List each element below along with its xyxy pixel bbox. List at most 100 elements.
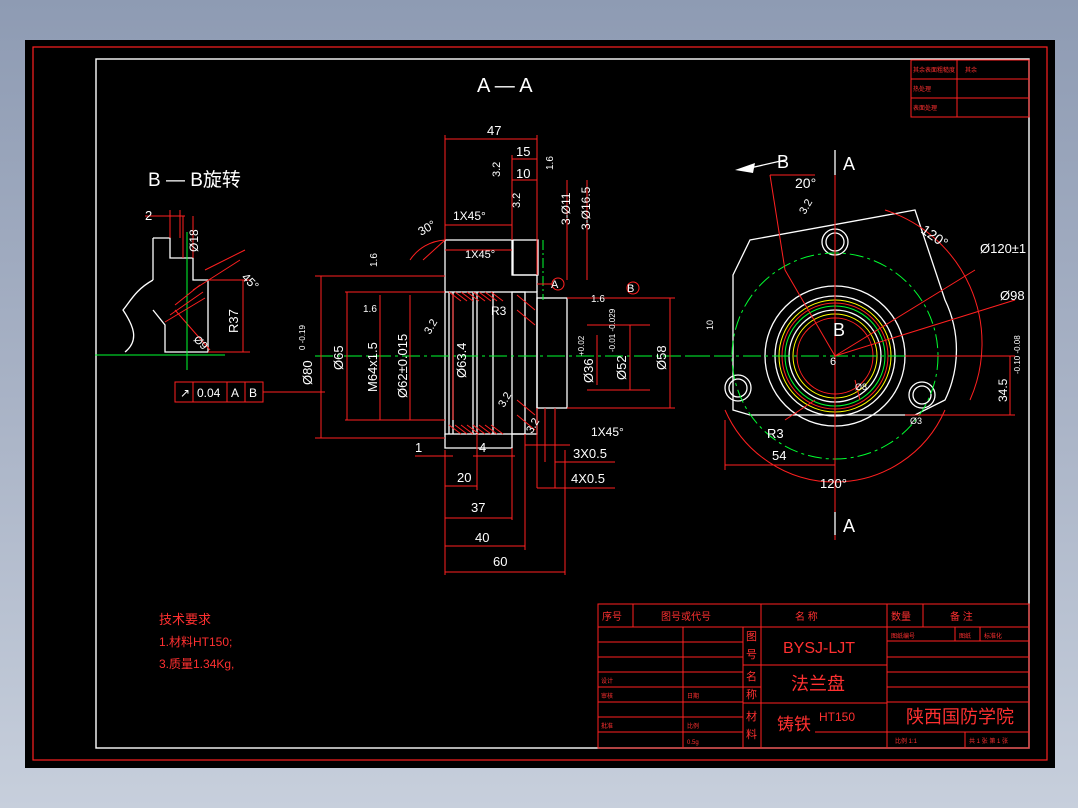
chamfer-1x45-b: 1X45° bbox=[465, 249, 495, 261]
row-b2: 比例 bbox=[687, 722, 699, 730]
rough-32-b: 3.2 bbox=[511, 193, 523, 208]
dim-6: 6 bbox=[830, 356, 836, 368]
dim-d80-tol: 0 -0.19 bbox=[298, 325, 307, 350]
label-liao: 料 bbox=[746, 727, 757, 741]
school-name: 陕西国防学院 bbox=[906, 707, 1014, 727]
dim-d52: Ø52 bbox=[614, 355, 629, 380]
dim-10-right: 10 bbox=[705, 320, 715, 330]
dim-r3-right: R3 bbox=[767, 426, 784, 441]
dim-d3: Ø3 bbox=[910, 416, 922, 426]
dim-bb-d18: Ø18 bbox=[187, 229, 201, 252]
header-remark: 备 注 bbox=[950, 610, 973, 623]
top-right-table: 其余表面粗糙度 其余 热处理 表面处理 bbox=[910, 59, 1030, 118]
dim-40: 40 bbox=[475, 530, 489, 545]
upper-right-3: 标准化 bbox=[984, 632, 1002, 640]
rough-16-d: 1.6 bbox=[591, 294, 605, 305]
top-table-r3c1: 表面处理 bbox=[913, 104, 937, 112]
dim-d62: Ø62±0.015 bbox=[395, 334, 410, 398]
dim-54: 54 bbox=[772, 448, 786, 463]
header-seq: 序号 bbox=[602, 610, 622, 623]
dim-d80: Ø80 bbox=[300, 360, 315, 385]
top-table-r2c1: 热处理 bbox=[913, 85, 931, 93]
tolerance-datum-a: A bbox=[231, 386, 239, 400]
tech-requirements: 技术要求 1.材料HT150; 3.质量1.34Kg, bbox=[159, 612, 234, 671]
title-block: 序号 图号或代号 名 称 数量 备 注 图 号 名 称 材 料 BYSJ-LJT… bbox=[597, 603, 1030, 749]
label-ming: 名 bbox=[746, 669, 757, 683]
upper-right-1: 图纸编号 bbox=[891, 632, 915, 640]
rough-32-a: 3.2 bbox=[491, 162, 503, 177]
dim-60: 60 bbox=[493, 554, 507, 569]
row-a2: 审核 bbox=[601, 692, 613, 700]
dim-20: 20 bbox=[457, 470, 471, 485]
datum-a-marker: A bbox=[551, 279, 559, 291]
top-table-r1c1: 其余表面粗糙度 bbox=[913, 66, 955, 74]
label-hao: 号 bbox=[746, 648, 757, 661]
material-code: HT150 bbox=[819, 710, 855, 724]
dim-4: 4 bbox=[479, 440, 486, 455]
detail-bb: 2 Ø18 R37 45° Ø9 bbox=[95, 208, 262, 370]
cad-viewport[interactable]: 其余表面粗糙度 其余 热处理 表面处理 A — A B — B旋转 2 Ø18 … bbox=[25, 40, 1055, 768]
chamfer-1x45-c: 1X45° bbox=[591, 425, 624, 439]
dim-d8: Ø8 bbox=[855, 382, 867, 392]
small-scale: 比例 1:1 bbox=[895, 737, 918, 745]
dim-bb-2: 2 bbox=[145, 208, 152, 223]
dim-d36: Ø36 bbox=[581, 358, 596, 383]
drawing-canvas[interactable]: 其余表面粗糙度 其余 热处理 表面处理 A — A B — B旋转 2 Ø18 … bbox=[25, 40, 1055, 768]
angle-30: 30° bbox=[416, 217, 439, 238]
dim-120-top: 120° bbox=[918, 221, 951, 251]
section-title-aa: A — A bbox=[477, 75, 533, 97]
dim-1: 1 bbox=[415, 440, 422, 455]
groove-4x05: 4X0.5 bbox=[571, 471, 605, 486]
tech-title: 技术要求 bbox=[159, 612, 211, 627]
section-title-bb: B — B旋转 bbox=[148, 169, 241, 191]
rough-32-e: 3.2 bbox=[524, 416, 542, 435]
rough-32-c: 3.2 bbox=[422, 317, 440, 336]
dim-47: 47 bbox=[487, 123, 501, 138]
rough-16-c: 1.6 bbox=[363, 304, 377, 315]
dim-120-bottom: 120° bbox=[820, 476, 847, 491]
dim-37: 37 bbox=[471, 500, 485, 515]
dim-d36-tol: +0.02 bbox=[577, 335, 586, 356]
front-view: A A B B 20° 120° Ø120±1 Ø98 34.5 -0.10 -… bbox=[685, 150, 1026, 540]
dim-10: 10 bbox=[516, 166, 530, 181]
tolerance-datum-b: B bbox=[249, 386, 257, 400]
row-b3: 0.5g bbox=[687, 740, 699, 746]
small-sheet: 共 1 张 第 1 张 bbox=[969, 737, 1008, 745]
section-b-center: B bbox=[833, 320, 845, 340]
section-a-bottom: A bbox=[843, 516, 855, 536]
groove-3x05: 3X0.5 bbox=[573, 446, 607, 461]
tolerance-symbol: ↗ bbox=[180, 386, 190, 400]
top-table-r1c2: 其余 bbox=[965, 66, 977, 74]
tolerance-value: 0.04 bbox=[197, 386, 221, 400]
drawing-number: BYSJ-LJT bbox=[783, 640, 855, 657]
row-b1: 日期 bbox=[687, 692, 699, 700]
header-qty: 数量 bbox=[891, 610, 911, 623]
dim-15: 15 bbox=[516, 144, 530, 159]
dim-d120: Ø120±1 bbox=[980, 241, 1026, 256]
dim-d52-tol: -0.01 -0.029 bbox=[608, 308, 617, 352]
datum-b-marker: B bbox=[627, 283, 634, 295]
dim-345: 34.5 bbox=[996, 378, 1010, 402]
dim-r3-left: R3 bbox=[491, 304, 507, 318]
upper-right-2: 图纸 bbox=[959, 632, 971, 640]
tech-line-1: 1.材料HT150; bbox=[159, 635, 232, 649]
dim-bb-d9: Ø9 bbox=[191, 334, 210, 353]
dim-bb-r37: R37 bbox=[226, 309, 241, 333]
header-code: 图号或代号 bbox=[661, 611, 711, 623]
dim-m64: M64x1.5 bbox=[365, 342, 380, 392]
dim-d634: Ø63.4 bbox=[454, 343, 469, 378]
dim-3-d165: 3-Ø16.5 bbox=[579, 186, 593, 230]
label-tu: 图 bbox=[746, 630, 757, 643]
dim-3-d11: 3-Ø11 bbox=[559, 192, 573, 225]
part-name: 法兰盘 bbox=[791, 674, 845, 694]
dim-d65: Ø65 bbox=[331, 345, 346, 370]
material: 铸铁 bbox=[777, 715, 811, 734]
inner-frame bbox=[95, 58, 1030, 749]
dim-345-tol: -0.10 -0.08 bbox=[1013, 335, 1022, 374]
dim-20deg: 20° bbox=[795, 175, 816, 191]
dim-d58: Ø58 bbox=[654, 345, 669, 370]
section-aa: 47 15 10 3.2 1.6 3.2 3-Ø11 3-Ø16.5 1X45°… bbox=[298, 123, 725, 575]
rough-32-right: 3.2 bbox=[797, 197, 815, 216]
label-cheng: 称 bbox=[746, 687, 757, 701]
outer-border bbox=[32, 46, 1048, 761]
